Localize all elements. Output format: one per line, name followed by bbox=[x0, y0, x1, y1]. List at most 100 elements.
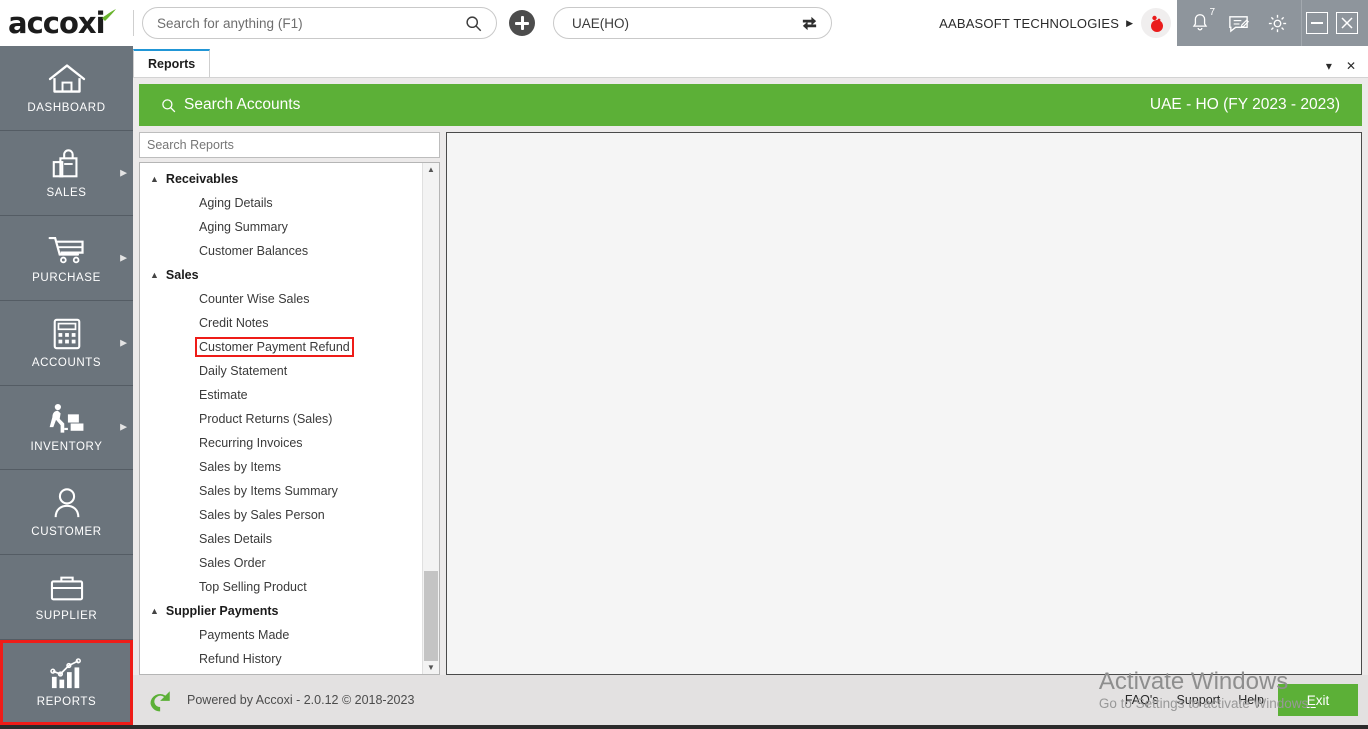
window-controls bbox=[1301, 0, 1368, 46]
tree-item-label: Aging Summary bbox=[199, 220, 288, 234]
tree-item[interactable]: Sales by Items Summary bbox=[140, 479, 422, 503]
briefcase-icon bbox=[50, 576, 83, 601]
sidebar-item-inventory[interactable]: INVENTORY ▶ bbox=[0, 386, 133, 471]
chevron-right-icon: ▶ bbox=[120, 421, 127, 432]
tree-item-label: Sales by Items Summary bbox=[199, 484, 338, 498]
exit-button[interactable]: Exit bbox=[1278, 684, 1358, 716]
exit-label: Exit bbox=[1306, 692, 1330, 708]
sidebar-item-sales[interactable]: SALES ▶ bbox=[0, 131, 133, 216]
panes: ▲ Receivables Aging Details Aging Summary Cu… bbox=[139, 126, 1362, 675]
add-new-button[interactable] bbox=[509, 10, 535, 36]
page-title-text: Search Accounts bbox=[184, 96, 301, 113]
company-name: AABASOFT TECHNOLOGIES bbox=[939, 15, 1120, 31]
user-icon bbox=[54, 488, 79, 518]
tree-scrollbar[interactable]: ▲ ▼ bbox=[422, 163, 439, 674]
cart-icon bbox=[48, 236, 84, 263]
reports-tree-list: ▲ Receivables Aging Details Aging Summary Cu… bbox=[140, 163, 422, 674]
bell-icon[interactable]: 7 bbox=[1189, 7, 1215, 34]
close-button[interactable] bbox=[1336, 12, 1358, 34]
search-reports-field[interactable] bbox=[139, 132, 440, 158]
tree-group-sales[interactable]: ▲ Sales bbox=[140, 263, 422, 287]
scroll-up-icon[interactable]: ▲ bbox=[427, 165, 435, 174]
tab-reports[interactable]: Reports bbox=[133, 49, 211, 77]
content-area: Search Accounts UAE - HO (FY 2023 - 2023… bbox=[139, 84, 1362, 675]
tree-item-label: Top Selling Product bbox=[199, 580, 307, 594]
faq-link[interactable]: FAQ's bbox=[1125, 693, 1159, 707]
sidebar-item-label: DASHBOARD bbox=[27, 101, 106, 114]
tree-item-label: Product Returns (Sales) bbox=[199, 412, 333, 426]
tree-item[interactable]: Customer Payment Refund bbox=[140, 335, 422, 359]
sidebar-item-dashboard[interactable]: DASHBOARD bbox=[0, 46, 133, 131]
minimize-button[interactable] bbox=[1306, 12, 1328, 34]
tree-item[interactable]: Refund History bbox=[140, 647, 422, 671]
sidebar-item-label: REPORTS bbox=[36, 695, 97, 708]
tree-item-label: Sales by Items bbox=[199, 460, 281, 474]
powered-by-text: Powered by Accoxi - 2.0.12 © 2018-2023 bbox=[187, 693, 415, 707]
system-icons: 7 bbox=[1177, 0, 1301, 46]
tree-item-label: Aging Details bbox=[199, 196, 273, 210]
global-search[interactable] bbox=[142, 7, 497, 39]
tree-item[interactable]: Customer Balances bbox=[140, 239, 422, 263]
tree-group-receivables[interactable]: ▲ Receivables bbox=[140, 167, 422, 191]
chevron-up-icon: ▲ bbox=[150, 270, 159, 280]
tab-strip: Reports ▾ ✕ bbox=[133, 46, 1368, 78]
tab-label: Reports bbox=[148, 57, 196, 71]
support-link[interactable]: Support bbox=[1177, 693, 1221, 707]
tree-group-label: Sales bbox=[165, 268, 199, 282]
tree-item[interactable]: Recurring Invoices bbox=[140, 431, 422, 455]
swap-icon[interactable] bbox=[800, 14, 819, 33]
message-icon[interactable] bbox=[1227, 12, 1250, 35]
sidebar-item-reports[interactable]: REPORTS bbox=[0, 640, 133, 725]
branch-value: UAE(HO) bbox=[572, 15, 629, 31]
tree-item[interactable]: Credit Notes bbox=[140, 311, 422, 335]
bar-chart-icon bbox=[49, 657, 81, 688]
tab-dropdown-icon[interactable]: ▾ bbox=[1326, 59, 1332, 73]
scrollbar-thumb[interactable] bbox=[424, 571, 438, 661]
tree-item[interactable]: Estimate bbox=[140, 383, 422, 407]
tree-item-label: Payments Made bbox=[199, 628, 290, 642]
tree-item[interactable]: Sales by Sales Person bbox=[140, 503, 422, 527]
tree-item[interactable]: Product Returns (Sales) bbox=[140, 407, 422, 431]
tree-group-supplier-payments[interactable]: ▲ Supplier Payments bbox=[140, 599, 422, 623]
branch-selector[interactable]: UAE(HO) bbox=[553, 7, 832, 39]
tree-item[interactable]: Sales Details bbox=[140, 527, 422, 551]
avatar[interactable] bbox=[1141, 8, 1171, 38]
help-link[interactable]: Help bbox=[1238, 693, 1264, 707]
app-body: DASHBOARD SALES ▶ PURCHASE ▶ ACCOUNTS ▶ … bbox=[0, 46, 1368, 725]
sidebar-item-customer[interactable]: CUSTOMER bbox=[0, 470, 133, 556]
application-window: accoxi UAE(HO) AABASOFT TECHNOLOGIES ▶ bbox=[0, 0, 1368, 729]
tree-item[interactable]: Sales by Items bbox=[140, 455, 422, 479]
tree-item-label: Customer Balances bbox=[199, 244, 309, 258]
right-pane: Reports ▾ ✕ Search Accounts UAE - HO (FY… bbox=[133, 46, 1368, 725]
sidebar-item-label: SUPPLIER bbox=[35, 610, 98, 623]
sidebar-item-purchase[interactable]: PURCHASE ▶ bbox=[0, 216, 133, 301]
gear-icon[interactable] bbox=[1266, 12, 1289, 35]
reports-left-pane: ▲ Receivables Aging Details Aging Summary Cu… bbox=[139, 132, 440, 675]
tree-item-label: Estimate bbox=[199, 388, 248, 402]
tree-item[interactable]: Daily Statement bbox=[140, 359, 422, 383]
company-selector[interactable]: AABASOFT TECHNOLOGIES ▶ bbox=[939, 0, 1177, 46]
sidebar-item-label: SALES bbox=[46, 186, 87, 199]
logo-check-icon bbox=[102, 9, 116, 21]
tree-item[interactable]: Aging Details bbox=[140, 191, 422, 215]
tree-item[interactable]: Aging Summary bbox=[140, 215, 422, 239]
tab-close-icon[interactable]: ✕ bbox=[1346, 59, 1356, 73]
home-icon bbox=[48, 64, 85, 93]
tree-item[interactable]: Payments Made bbox=[140, 623, 422, 647]
search-reports-input[interactable] bbox=[147, 138, 432, 152]
tree-item[interactable]: Sales Order bbox=[140, 551, 422, 575]
warehouse-worker-icon bbox=[49, 404, 83, 434]
sidebar-item-supplier[interactable]: SUPPLIER bbox=[0, 555, 133, 641]
tree-item-label: Counter Wise Sales bbox=[199, 292, 310, 306]
fiscal-year-label: UAE - HO (FY 2023 - 2023) bbox=[1149, 96, 1340, 113]
page-header: Search Accounts UAE - HO (FY 2023 - 2023… bbox=[139, 84, 1362, 126]
calculator-icon bbox=[53, 318, 80, 349]
sidebar-item-label: PURCHASE bbox=[32, 271, 101, 284]
search-input[interactable] bbox=[157, 15, 465, 31]
tree-item[interactable]: Top Selling Product bbox=[140, 575, 422, 599]
tree-item[interactable]: Counter Wise Sales bbox=[140, 287, 422, 311]
bottom-strip bbox=[0, 725, 1368, 729]
scroll-down-icon[interactable]: ▼ bbox=[427, 663, 435, 672]
sidebar-item-accounts[interactable]: ACCOUNTS ▶ bbox=[0, 301, 133, 386]
avatar-logo-icon bbox=[1151, 15, 1163, 32]
